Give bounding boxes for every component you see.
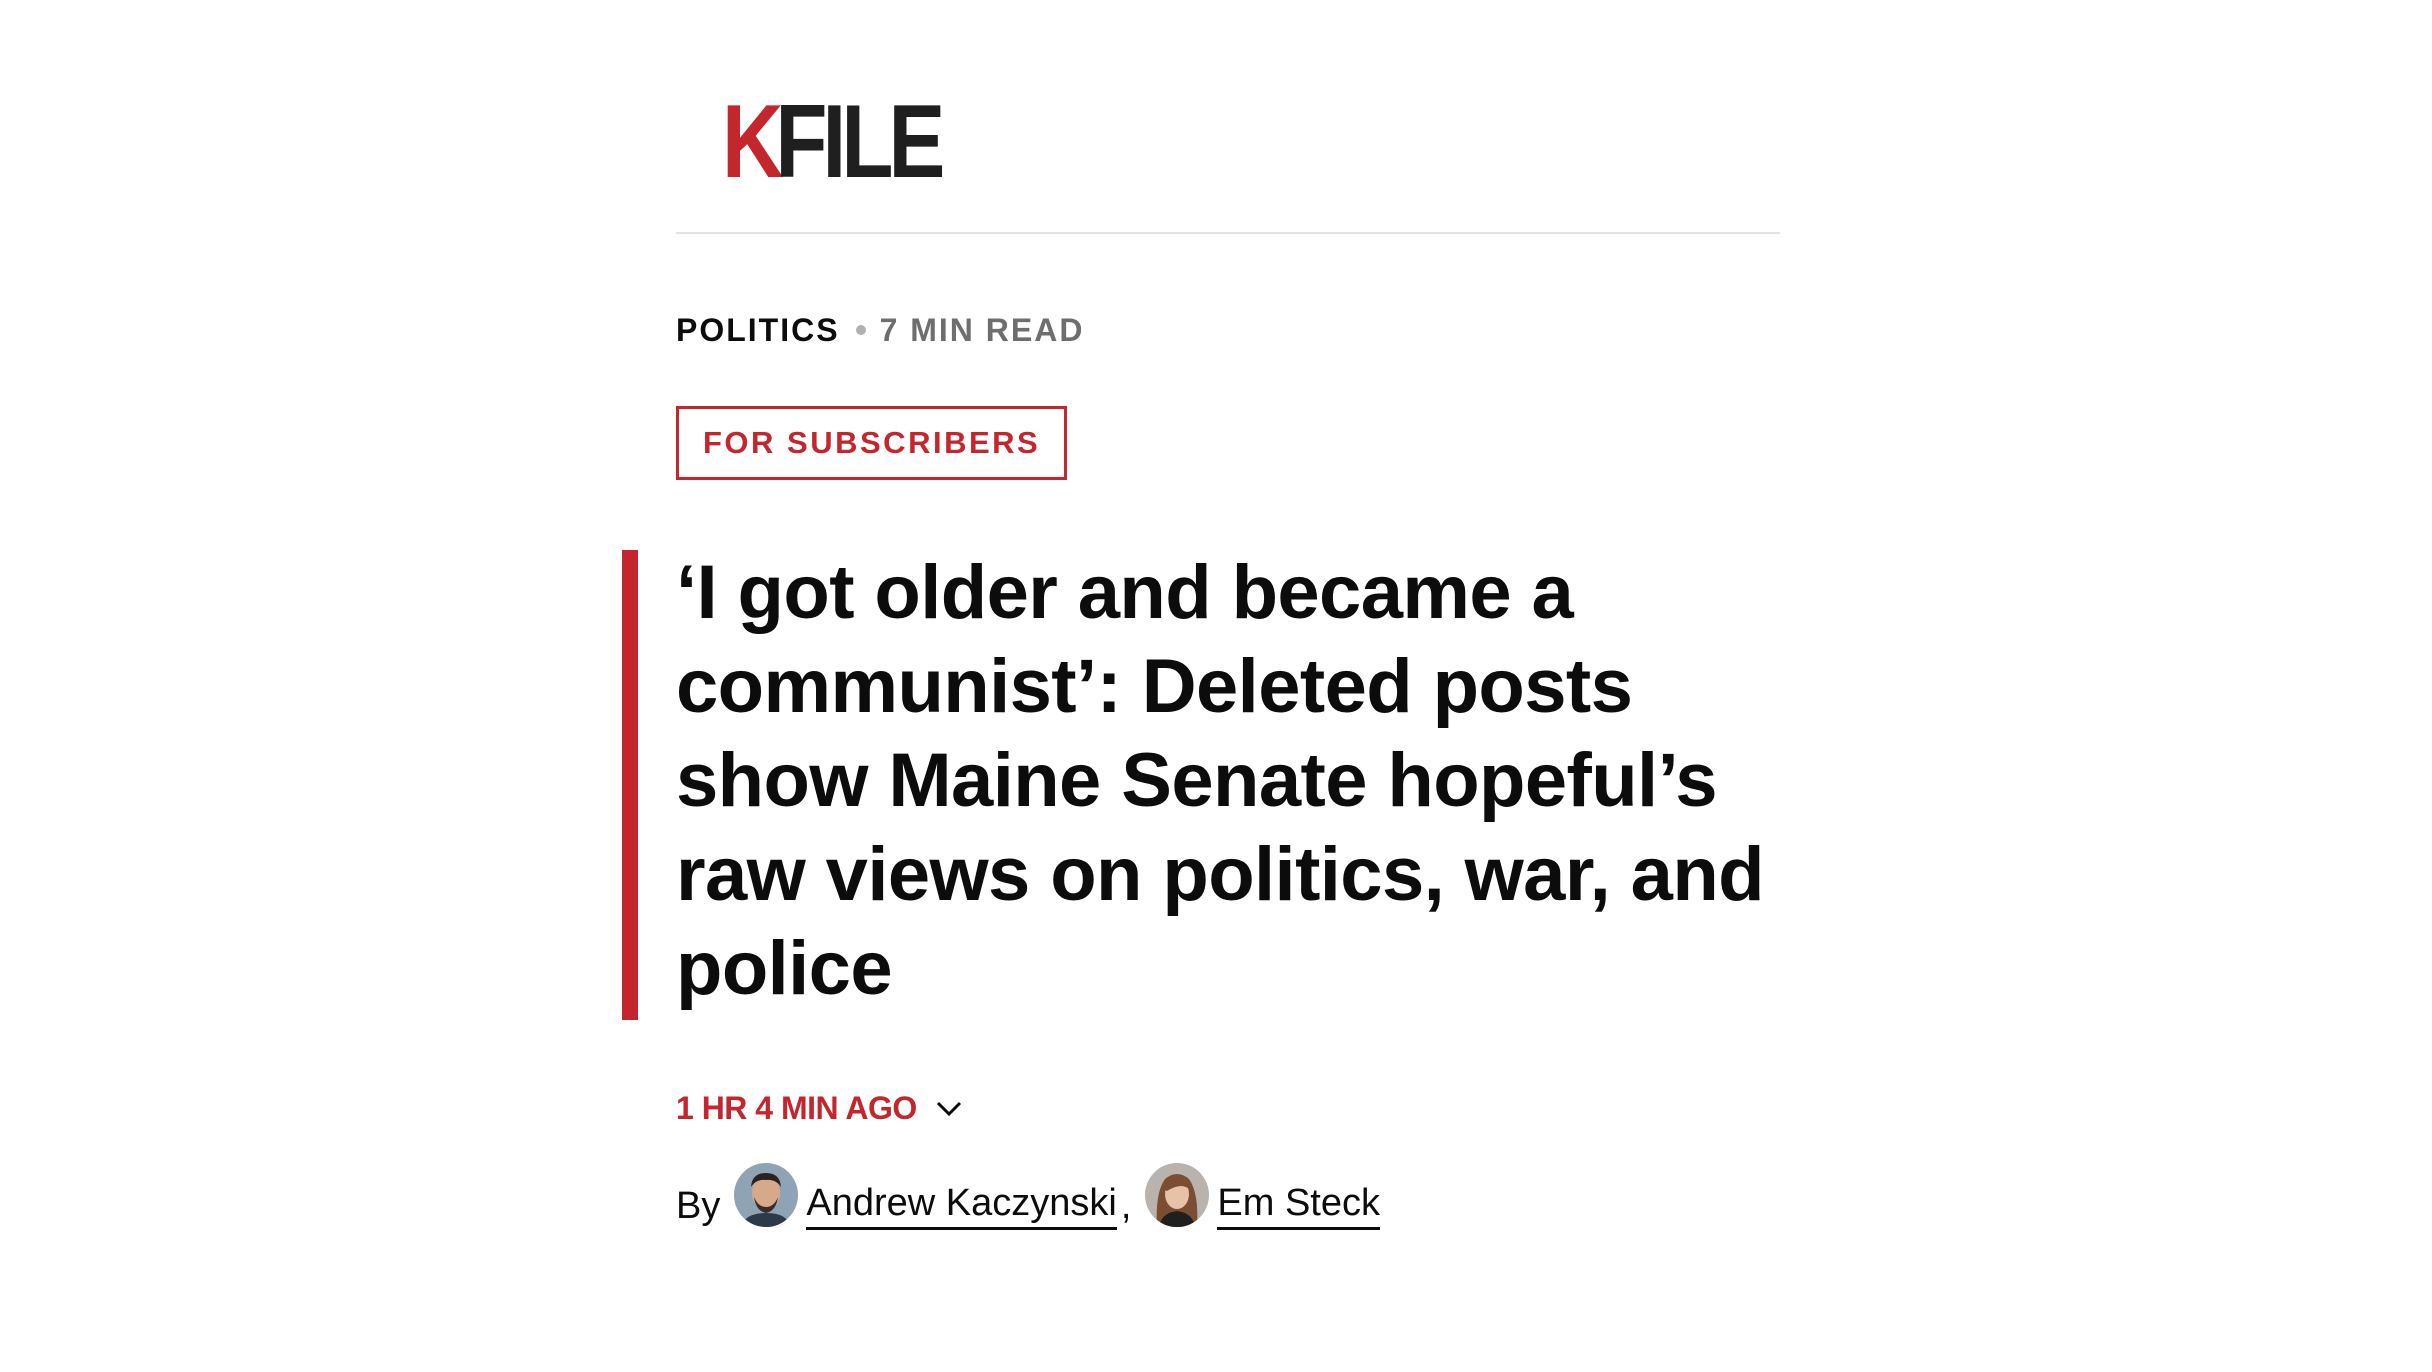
person-avatar-icon bbox=[1145, 1163, 1210, 1227]
meta-separator-dot bbox=[855, 325, 866, 335]
author-link-em-steck[interactable]: Em Steck bbox=[1217, 1182, 1380, 1230]
avatar-andrew-kaczynski[interactable] bbox=[734, 1163, 799, 1227]
chevron-down-icon bbox=[936, 1101, 961, 1116]
timestamp-toggle[interactable]: 1 HR 4 MIN AGO bbox=[676, 1090, 963, 1127]
logo-file: FILE bbox=[775, 84, 945, 200]
byline-prefix: By bbox=[676, 1184, 721, 1227]
byline: By Andrew Kaczynski , Em Steck bbox=[676, 1160, 1380, 1230]
logo-k: K bbox=[722, 84, 784, 200]
article-headline: ‘I got older and became a communist’: De… bbox=[676, 550, 1765, 1011]
person-avatar-icon bbox=[734, 1163, 799, 1227]
timestamp-label: 1 HR 4 MIN AGO bbox=[676, 1090, 917, 1126]
header-divider bbox=[676, 232, 1780, 234]
read-time: 7 MIN READ bbox=[879, 312, 1085, 348]
author-link-andrew-kaczynski[interactable]: Andrew Kaczynski bbox=[806, 1182, 1117, 1230]
kfile-logo[interactable]: K FILE bbox=[722, 84, 945, 200]
headline-accent-bar bbox=[622, 550, 638, 1020]
section-link[interactable]: POLITICS bbox=[676, 310, 840, 350]
avatar-em-steck[interactable] bbox=[1145, 1163, 1210, 1227]
article-meta: POLITICS 7 MIN READ bbox=[676, 310, 1084, 350]
author-separator: , bbox=[1120, 1184, 1132, 1227]
subscribers-badge[interactable]: FOR SUBSCRIBERS bbox=[676, 406, 1068, 480]
